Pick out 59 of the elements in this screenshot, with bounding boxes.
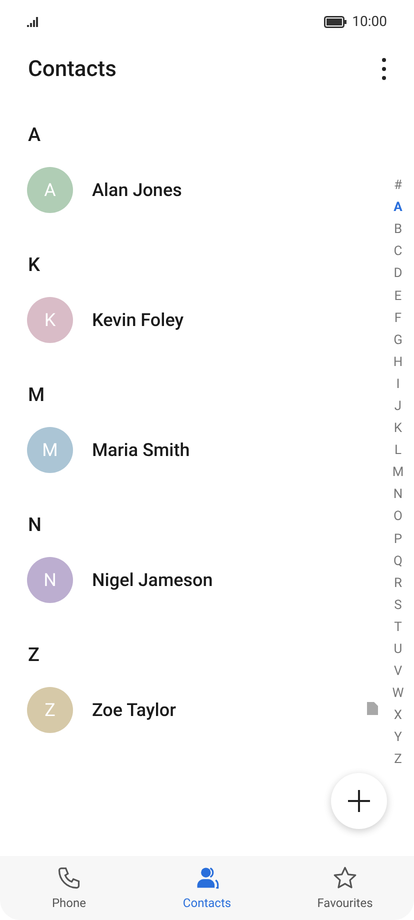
plus-icon [347, 789, 371, 813]
index-letter[interactable]: Q [394, 550, 402, 573]
contact-row[interactable]: M Maria Smith [0, 417, 383, 483]
index-letter[interactable]: L [394, 440, 402, 462]
index-letter[interactable]: K [394, 418, 402, 440]
index-letter[interactable]: Z [394, 749, 402, 772]
contact-avatar: N [27, 557, 73, 603]
index-letter[interactable]: Y [394, 727, 402, 750]
index-letter[interactable]: W [392, 683, 404, 706]
index-letter[interactable]: B [394, 219, 402, 242]
battery-icon [324, 16, 348, 28]
index-letter[interactable]: C [394, 241, 402, 264]
index-letter[interactable]: N [393, 484, 403, 506]
contact-name: Maria Smith [92, 438, 190, 462]
phone-icon [56, 864, 82, 890]
index-letter[interactable]: X [394, 705, 402, 728]
section-letter: Z [28, 642, 40, 668]
index-letter[interactable]: A [394, 197, 402, 220]
contact-avatar: M [27, 427, 73, 473]
index-letter[interactable]: V [394, 661, 402, 684]
status-time: 10:00 [352, 12, 387, 32]
contact-name: Alan Jones [92, 178, 182, 202]
contact-avatar: A [27, 167, 73, 213]
section-letter: A [28, 122, 41, 148]
index-letter[interactable]: S [394, 594, 402, 617]
add-contact-button[interactable] [331, 773, 387, 829]
index-letter[interactable]: F [394, 308, 402, 330]
document-icon [367, 702, 378, 715]
section-letter: M [28, 382, 45, 408]
index-letter[interactable]: T [394, 616, 402, 639]
star-icon [332, 864, 358, 890]
index-letter[interactable]: E [394, 285, 402, 308]
section-letter: N [28, 512, 42, 538]
contact-row[interactable]: K Kevin Foley [0, 287, 383, 353]
contact-row[interactable]: Z Zoe Taylor [0, 677, 383, 743]
index-letter[interactable]: O [394, 506, 402, 528]
nav-tab[interactable]: Phone [0, 856, 138, 920]
contact-name: Nigel Jameson [92, 568, 213, 592]
index-letter[interactable]: D [394, 263, 402, 286]
index-letter[interactable]: G [394, 330, 402, 352]
index-letter[interactable]: J [394, 396, 402, 418]
contact-row[interactable]: N Nigel Jameson [0, 547, 383, 613]
index-letter[interactable]: M [392, 462, 404, 484]
section-letter: K [28, 252, 40, 278]
index-letter[interactable]: # [394, 175, 402, 198]
nav-tab[interactable]: Favourites [276, 856, 414, 920]
contact-avatar: K [27, 297, 73, 343]
index-letter[interactable]: R [394, 572, 402, 595]
signal-icon [27, 17, 41, 27]
contact-avatar: Z [27, 687, 73, 733]
index-letter[interactable]: P [394, 528, 402, 551]
index-letter[interactable]: U [394, 638, 402, 662]
contact-name: Kevin Foley [92, 308, 184, 332]
index-letter[interactable]: I [396, 374, 400, 396]
nav-tab[interactable]: Contacts [138, 856, 276, 920]
contact-row[interactable]: A Alan Jones [0, 157, 383, 223]
page-title: Contacts [28, 56, 116, 84]
index-letter[interactable]: H [393, 352, 403, 374]
contact-name: Zoe Taylor [92, 698, 176, 722]
